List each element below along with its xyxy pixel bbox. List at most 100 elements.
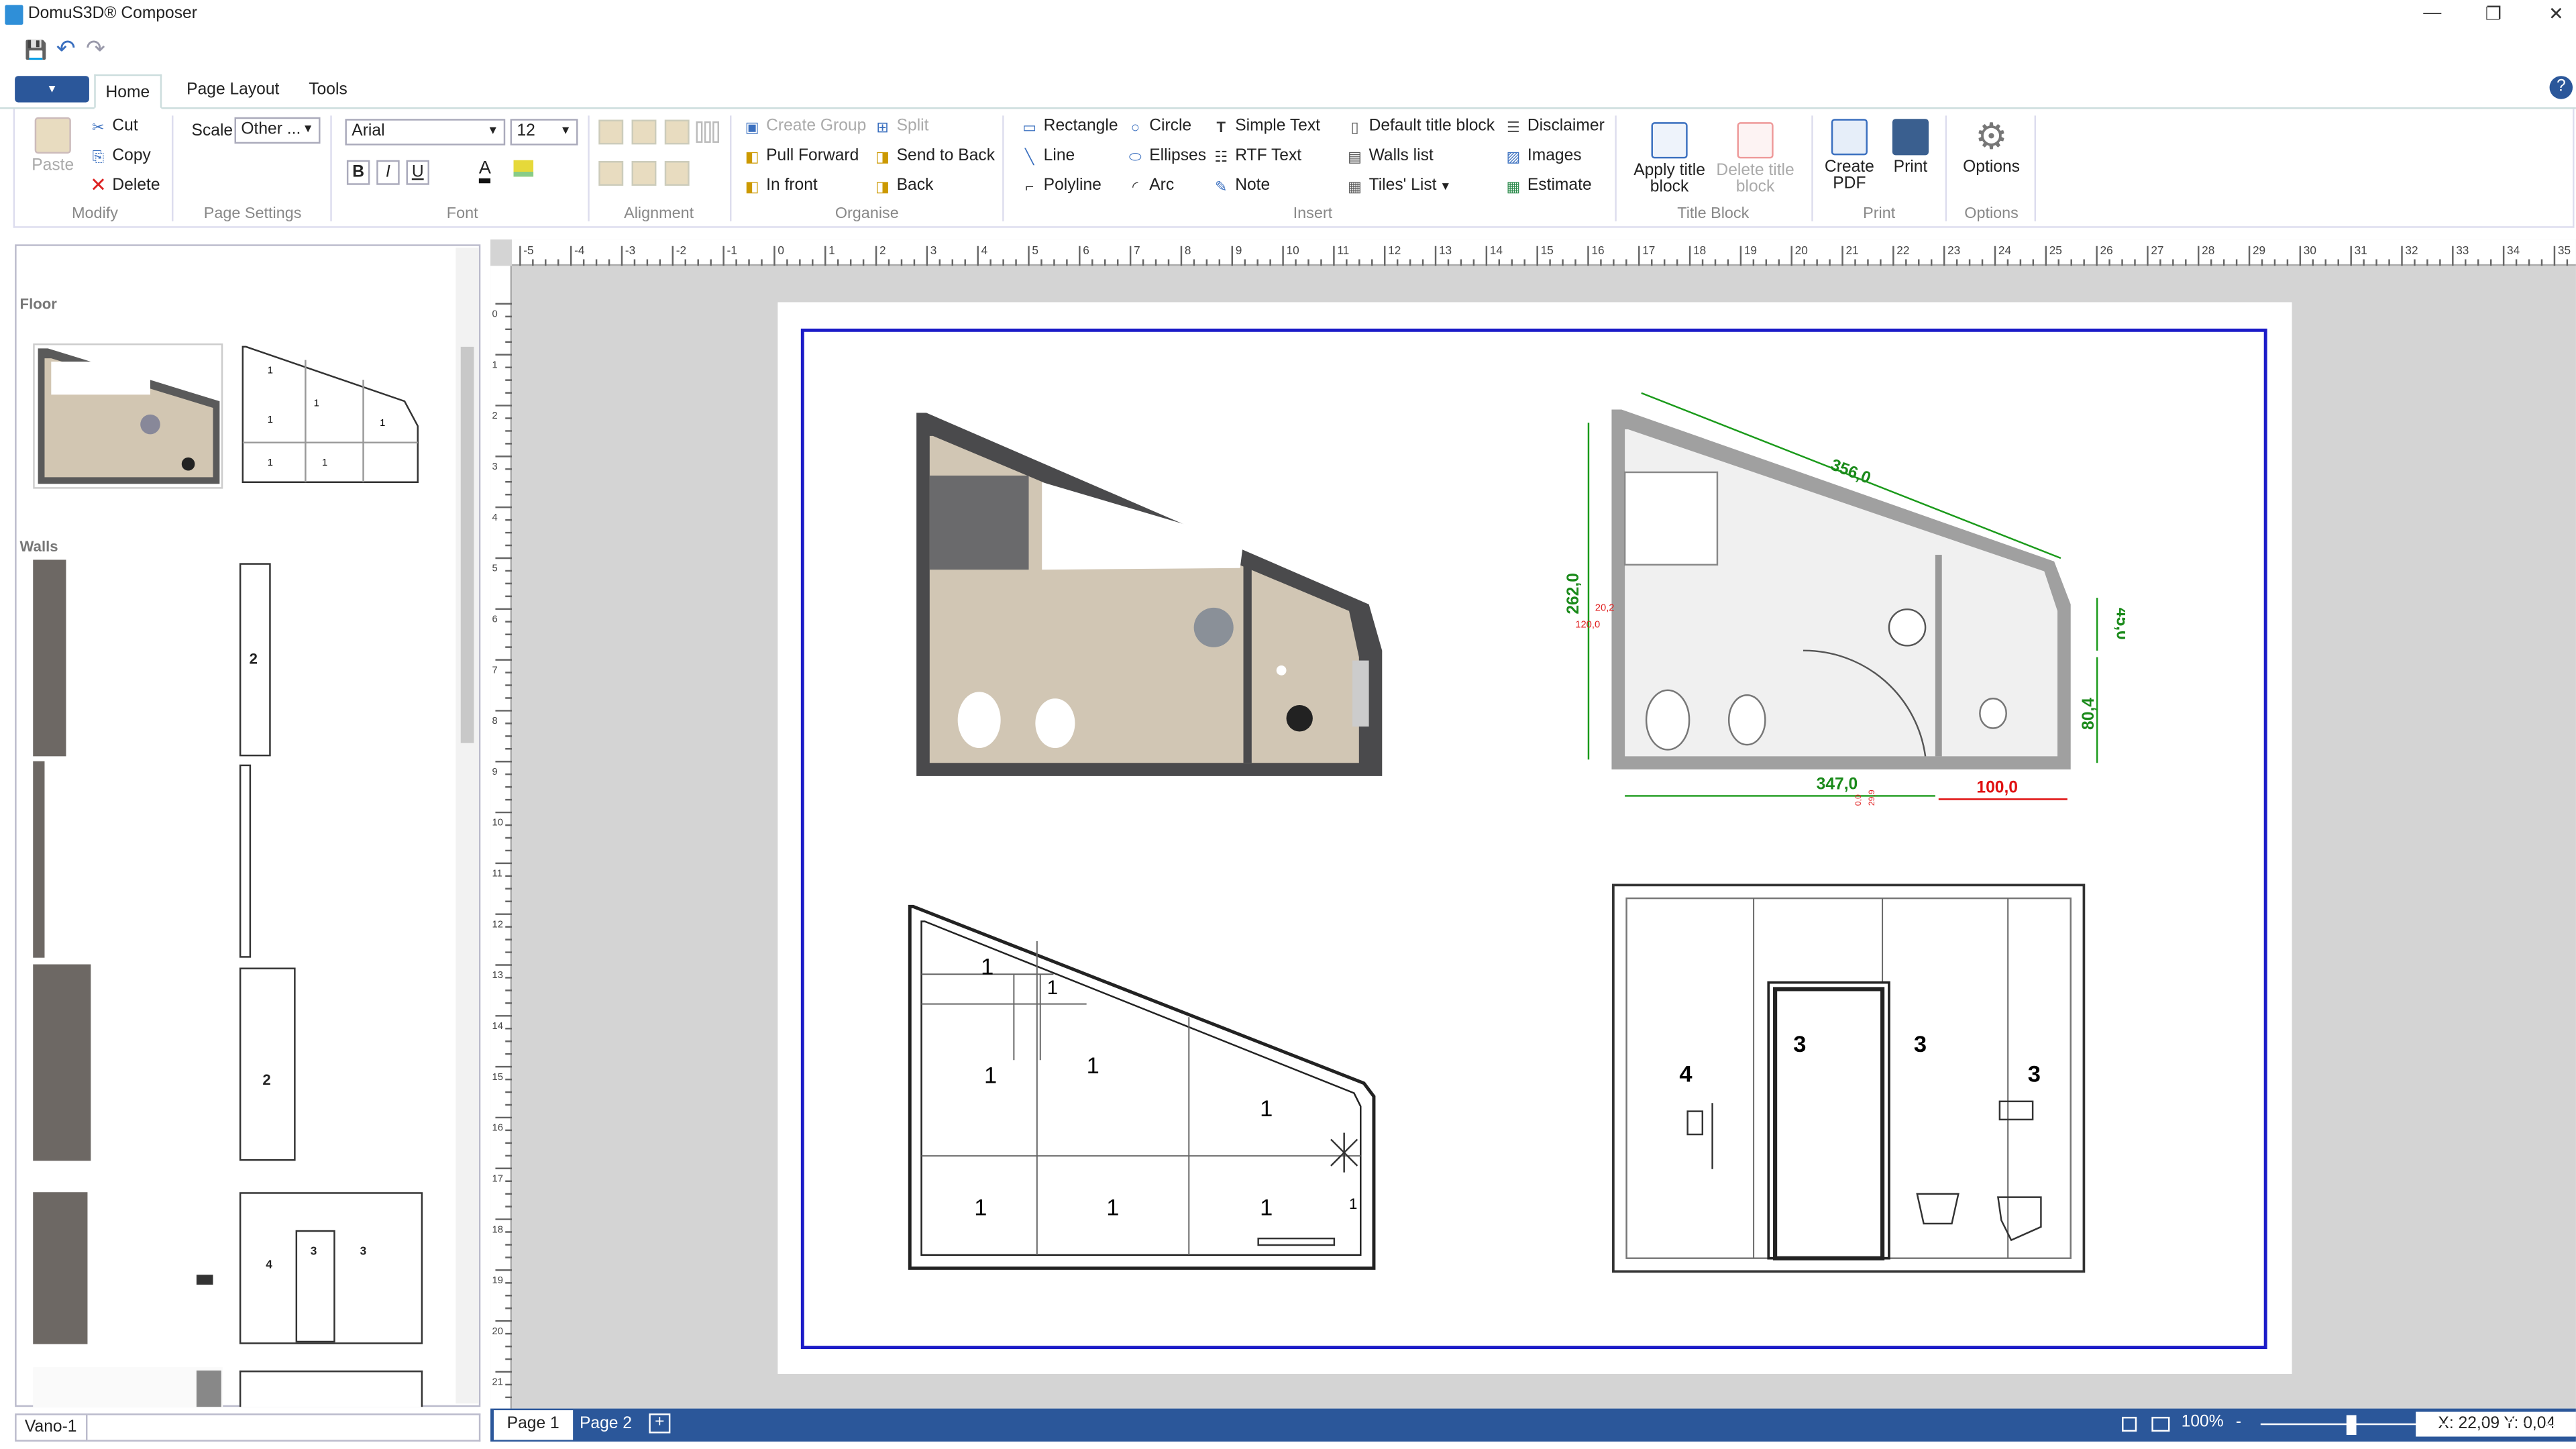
thumbnail-wall-5-tiles[interactable]: [239, 1371, 423, 1407]
send-to-back-label: Send to Back: [896, 147, 996, 166]
thumbnail-wall-3-tiles[interactable]: 2: [239, 967, 296, 1161]
rtf-text-button[interactable]: ☷ RTF Text: [1212, 147, 1301, 165]
selected-item-field[interactable]: [87, 1413, 481, 1442]
images-button[interactable]: ▨ Images: [1504, 147, 1581, 165]
page-tab-2[interactable]: Page 2: [566, 1410, 645, 1440]
simple-text-button[interactable]: T Simple Text: [1212, 117, 1320, 136]
default-title-block-button[interactable]: ▯ Default title block: [1346, 117, 1495, 136]
plan-partition: [1935, 555, 1942, 757]
close-button[interactable]: ✕: [2531, 3, 2575, 25]
create-group-label: Create Group: [766, 117, 867, 136]
send-to-back-button[interactable]: ◨ Send to Back: [873, 147, 995, 165]
zoom-slider-thumb[interactable]: [2346, 1415, 2357, 1436]
ruler-h-label: 27: [2151, 244, 2163, 257]
pull-forward-button[interactable]: ◧ Pull Forward: [743, 147, 859, 165]
polyline-button[interactable]: ⌐ Polyline: [1020, 176, 1102, 195]
highlight-color-icon[interactable]: [513, 160, 534, 177]
walls-list-button[interactable]: ▤ Walls list: [1346, 147, 1434, 165]
underline-button[interactable]: U: [406, 160, 429, 185]
restore-button[interactable]: ❐: [2469, 3, 2518, 25]
group-icon: ▣: [745, 119, 759, 136]
help-icon[interactable]: ?: [2549, 76, 2573, 99]
separator: [171, 115, 174, 221]
thumbnail-floor-render[interactable]: [33, 343, 223, 489]
line-label: Line: [1043, 147, 1075, 166]
wall-elevation[interactable]: 4 3 3 3: [1609, 880, 2091, 1277]
back-button[interactable]: ◨ Back: [873, 176, 933, 195]
thumbnail-wall-3-render[interactable]: [33, 964, 91, 1161]
tiles-list-button[interactable]: ▦ Tiles' List ▼: [1346, 176, 1451, 195]
thumbnail-floor-tiles[interactable]: 1 1 1 1 1 1: [239, 343, 425, 489]
tile-layout-plan[interactable]: 1 1 1 1 1 1 1 1 1: [905, 902, 1381, 1275]
thumbnail-wall-2-render[interactable]: [33, 761, 45, 958]
tab-tools[interactable]: Tools: [299, 79, 358, 101]
add-page-button[interactable]: +: [649, 1413, 671, 1434]
thumbnail-wall-1-render[interactable]: [33, 559, 66, 757]
arc-button[interactable]: ◜ Arc: [1126, 176, 1174, 195]
delete-button[interactable]: ✕ Delete: [89, 175, 160, 195]
thumbnail-wall-5-render[interactable]: [33, 1367, 223, 1407]
print-button[interactable]: Print: [1886, 119, 1935, 176]
thumbnail-wall-1-tiles[interactable]: 2: [239, 563, 271, 757]
render-heater: [1352, 660, 1369, 727]
save-icon[interactable]: 💾: [25, 40, 48, 62]
minimize-button[interactable]: —: [2408, 3, 2457, 23]
rectangle-button[interactable]: ▭ Rectangle: [1020, 117, 1118, 136]
line-icon: ╲: [1025, 148, 1034, 166]
scale-dropdown[interactable]: Other ... ▼: [234, 117, 321, 144]
cut-button[interactable]: ✂ Cut: [89, 117, 138, 136]
page-tab-1[interactable]: Page 1: [493, 1410, 573, 1440]
undo-icon[interactable]: ↶: [56, 35, 76, 63]
italic-button[interactable]: I: [376, 160, 400, 185]
create-pdf-label-1: Create: [1824, 158, 1874, 177]
font-family-dropdown[interactable]: Arial ▼: [345, 119, 506, 146]
wall-number: 3: [1914, 1032, 1927, 1057]
rtf-icon: ☷: [1214, 148, 1228, 166]
paper-size[interactable]: A4: [2505, 1413, 2525, 1432]
horizontal-ruler: -5 -4 -3 -2 -1 0 1 2 3 4 5 6 7 8 9 10 11 12 13 14 15 16 17 18 19…: [512, 239, 2576, 266]
paste-button[interactable]: Paste: [28, 117, 78, 175]
font-color-button[interactable]: A: [478, 160, 491, 184]
zoom-slider-track[interactable]: [2260, 1423, 2459, 1426]
scrollbar-thumb[interactable]: [460, 346, 474, 743]
thumbnail-wall-4-tiles[interactable]: 4 3 3: [239, 1192, 423, 1344]
options-button[interactable]: ⚙ Options: [1957, 118, 2026, 176]
zoom-in-button[interactable]: +: [2475, 1413, 2485, 1432]
copy-button[interactable]: ⎘ Copy: [89, 147, 151, 165]
create-group-button[interactable]: ▣ Create Group: [743, 117, 867, 136]
unit-label[interactable]: CM: [2544, 1413, 2570, 1432]
floor-plan-render[interactable]: [913, 409, 1389, 781]
group-label-font: Font: [446, 205, 478, 223]
estimate-button[interactable]: ▦ Estimate: [1504, 176, 1591, 195]
zoom-out-button[interactable]: -: [2236, 1413, 2241, 1432]
note-button[interactable]: ✎ Note: [1212, 176, 1270, 195]
dimensioned-floor-plan[interactable]: 356,0 262,0 20,2 120,0 45,0 80,4 347,0 1…: [1556, 383, 2125, 816]
ruler-v-label: 9: [492, 767, 498, 777]
create-pdf-button[interactable]: Create PDF: [1820, 119, 1880, 193]
fit-width-icon[interactable]: [2151, 1416, 2170, 1432]
ellipses-button[interactable]: ⬭ Ellipses: [1126, 147, 1206, 165]
dim-left: 262,0: [1564, 573, 1582, 614]
tab-page-layout[interactable]: Page Layout: [176, 79, 289, 101]
apply-title-block-button[interactable]: Apply title block: [1625, 122, 1714, 197]
line-button[interactable]: ╲ Line: [1020, 147, 1075, 165]
circle-label: Circle: [1149, 117, 1192, 136]
split-button[interactable]: ⊞ Split: [873, 117, 928, 136]
file-menu-button[interactable]: ▾: [15, 76, 89, 103]
in-front-button[interactable]: ◧ In front: [743, 176, 818, 195]
disclaimer-button[interactable]: ☰ Disclaimer: [1504, 117, 1605, 136]
thumbnail-scrollbar[interactable]: [455, 248, 479, 1404]
group-label-options: Options: [1964, 205, 2019, 223]
thumbnail-wall-4-render[interactable]: [33, 1192, 223, 1344]
fit-page-icon[interactable]: [2122, 1416, 2137, 1432]
ruler-h-label: 4: [981, 244, 988, 257]
font-size-dropdown[interactable]: 12 ▼: [510, 119, 578, 146]
bold-button[interactable]: B: [346, 160, 370, 185]
tab-home[interactable]: Home: [94, 74, 162, 109]
ruler-v-label: 12: [492, 919, 503, 930]
redo-icon[interactable]: ↷: [86, 35, 105, 63]
tile-num: 1: [380, 418, 385, 429]
delete-title-block-button[interactable]: Delete title block: [1711, 122, 1800, 197]
circle-button[interactable]: ○ Circle: [1126, 117, 1192, 136]
thumbnail-wall-2-tiles[interactable]: [239, 764, 252, 958]
